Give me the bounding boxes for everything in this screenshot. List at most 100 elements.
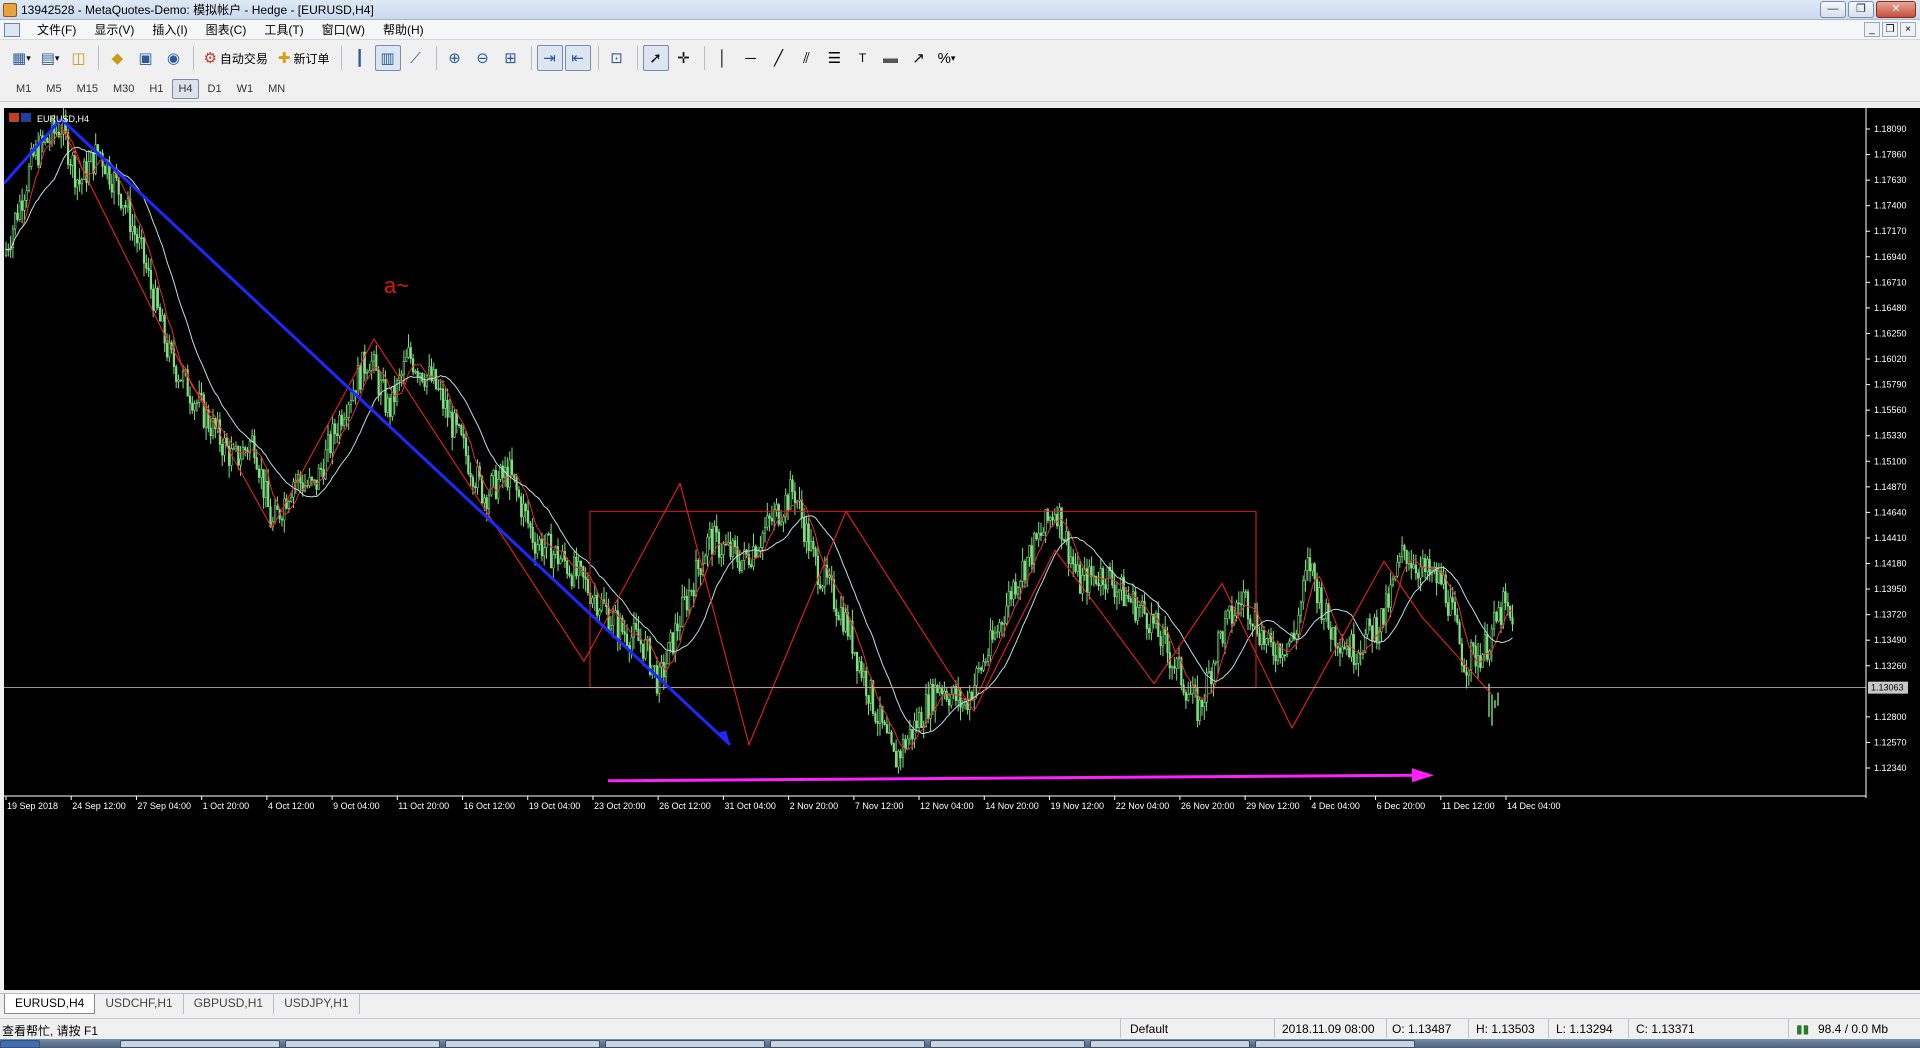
timeframe-m5[interactable]: M5 bbox=[40, 79, 67, 99]
line-chart-button[interactable]: ⟋ bbox=[403, 45, 429, 71]
candle bbox=[361, 351, 364, 390]
timeframe-m30[interactable]: M30 bbox=[107, 79, 140, 99]
signals-icon: ◉ bbox=[166, 49, 180, 67]
autotrade-button[interactable]: ⚙ 自动交易 bbox=[199, 45, 271, 71]
profiles-icon: ▤ bbox=[40, 49, 55, 67]
price-tick-label: 1.12340 bbox=[1874, 763, 1907, 773]
bar-chart-button[interactable]: ┃ bbox=[347, 45, 373, 71]
chart-window[interactable]: 1.18090 1.17860 1.17630 1.17400 1.17170 1.169… bbox=[4, 108, 1920, 990]
navigator-button[interactable]: ◆ bbox=[104, 45, 130, 71]
price-tick-label: 1.14180 bbox=[1874, 559, 1907, 569]
horizontal-line-button[interactable]: ─ bbox=[738, 45, 764, 71]
child-minimize-button[interactable]: _ bbox=[1864, 22, 1880, 37]
toolbar-separator bbox=[703, 46, 705, 70]
tab-gbpusd-h1[interactable]: GBPUSD,H1 bbox=[184, 994, 275, 1014]
status-divider bbox=[1788, 1019, 1789, 1038]
timeframe-m1[interactable]: M1 bbox=[10, 79, 37, 99]
taskbar-item[interactable] bbox=[120, 1040, 280, 1048]
arrows-button[interactable]: ↗ bbox=[906, 45, 932, 71]
signals-button[interactable]: ◉ bbox=[160, 45, 186, 71]
periods-button[interactable]: % ▾ bbox=[934, 45, 960, 71]
time-tick-label: 14 Nov 20:00 bbox=[985, 801, 1039, 811]
menu-tools[interactable]: 工具(T) bbox=[255, 20, 312, 40]
start-button[interactable] bbox=[0, 1040, 40, 1048]
taskbar-item[interactable] bbox=[605, 1040, 765, 1048]
close-button[interactable]: ✕ bbox=[1876, 1, 1916, 18]
fibonacci-button[interactable]: ☰ bbox=[822, 45, 848, 71]
tile-windows-button[interactable]: ⊞ bbox=[498, 45, 524, 71]
text-button[interactable]: T bbox=[850, 45, 876, 71]
child-restore-button[interactable]: ❐ bbox=[1882, 22, 1898, 37]
text-label-icon: ▬ bbox=[883, 49, 898, 67]
candle bbox=[46, 137, 49, 144]
chart-annotation-text[interactable]: a~ bbox=[384, 273, 409, 298]
vertical-line-button[interactable]: │ bbox=[710, 45, 736, 71]
app-icon bbox=[3, 2, 17, 17]
crosshair-icon: ✛ bbox=[677, 49, 690, 67]
fibonacci-icon: ☰ bbox=[827, 49, 842, 67]
timeframe-h4[interactable]: H4 bbox=[172, 78, 199, 99]
menu-view[interactable]: 显示(V) bbox=[85, 20, 143, 40]
timeframe-d1[interactable]: D1 bbox=[202, 79, 228, 99]
timeframe-mn[interactable]: MN bbox=[262, 79, 291, 99]
menu-file[interactable]: 文件(F) bbox=[28, 20, 85, 40]
time-tick-label: 29 Nov 12:00 bbox=[1246, 801, 1300, 811]
text-label-button[interactable]: ▬ bbox=[878, 45, 904, 71]
zoom-out-button[interactable]: ⊖ bbox=[470, 45, 496, 71]
zoom-in-button[interactable]: ⊕ bbox=[442, 45, 468, 71]
price-tick-label: 1.13720 bbox=[1874, 610, 1907, 620]
toolbar-separator bbox=[597, 46, 599, 70]
menu-window[interactable]: 窗口(W) bbox=[313, 20, 374, 40]
timeframe-h1[interactable]: H1 bbox=[143, 79, 169, 99]
tab-usdjpy-h1[interactable]: USDJPY,H1 bbox=[274, 994, 360, 1014]
menu-charts[interactable]: 图表(C) bbox=[197, 20, 256, 40]
status-close: C: 1.13371 bbox=[1636, 1022, 1695, 1036]
time-tick-label: 27 Sep 04:00 bbox=[137, 801, 191, 811]
chart-shift-button[interactable]: ⇤ bbox=[564, 45, 591, 71]
candle bbox=[892, 742, 895, 752]
time-tick-label: 14 Dec 04:00 bbox=[1507, 801, 1561, 811]
menu-insert[interactable]: 插入(I) bbox=[143, 20, 196, 40]
taskbar-item[interactable] bbox=[930, 1040, 1085, 1048]
minimize-button[interactable]: — bbox=[1820, 1, 1846, 18]
restore-button[interactable]: ❐ bbox=[1848, 1, 1874, 18]
profiles-button[interactable]: ▤ ▾ bbox=[37, 45, 64, 71]
taskbar-item[interactable] bbox=[1255, 1040, 1415, 1048]
toolbar-separator bbox=[340, 46, 342, 70]
autotrade-icon: ⚙ bbox=[203, 49, 217, 67]
new-chart-button[interactable]: ▦ ▾ bbox=[8, 45, 35, 71]
price-chart[interactable]: 1.18090 1.17860 1.17630 1.17400 1.17170 1.169… bbox=[4, 108, 1920, 990]
candle bbox=[777, 503, 780, 527]
equidistant-channel-button[interactable]: ⫽ bbox=[794, 45, 820, 71]
chart-window-icon[interactable] bbox=[4, 22, 20, 37]
timeframe-w1[interactable]: W1 bbox=[231, 79, 260, 99]
candle bbox=[359, 363, 362, 394]
taskbar-item[interactable] bbox=[1090, 1040, 1250, 1048]
indicators-button[interactable]: ⊡ bbox=[604, 45, 630, 71]
candlestick-chart-button[interactable]: ▥ bbox=[374, 45, 401, 71]
terminal-button[interactable]: ▣ bbox=[132, 45, 158, 71]
taskbar-item[interactable] bbox=[445, 1040, 600, 1048]
status-traffic: 98.4 / 0.0 Mb bbox=[1818, 1022, 1889, 1036]
crosshair-button[interactable]: ✛ bbox=[671, 45, 697, 71]
cursor-button[interactable]: ➚ bbox=[642, 45, 669, 71]
autotrade-label: 自动交易 bbox=[219, 51, 268, 66]
menu-help[interactable]: 帮助(H) bbox=[374, 20, 433, 40]
timeframe-m15[interactable]: M15 bbox=[71, 79, 104, 99]
candle bbox=[1458, 619, 1461, 645]
market-watch-button[interactable]: ◫ bbox=[65, 45, 91, 71]
time-tick-label: 9 Oct 04:00 bbox=[333, 801, 380, 811]
autoscroll-button[interactable]: ⇥ bbox=[536, 45, 563, 71]
child-close-button[interactable]: × bbox=[1900, 22, 1916, 37]
symbol-flag-icon bbox=[9, 113, 19, 122]
tab-usdchf-h1[interactable]: USDCHF,H1 bbox=[95, 994, 184, 1014]
standard-toolbar: ▦ ▾ ▤ ▾ ◫ ◆ ▣ ◉ ⚙ 自动交易 ✚ 新订单 ┃ ▥ ⟋ ⊕ ⊖ ⊞ ⇥ ⇤… bbox=[0, 42, 1920, 74]
menu-bar: 文件(F) 显示(V) 插入(I) 图表(C) 工具(T) 窗口(W) 帮助(H… bbox=[0, 20, 1920, 40]
tab-eurusd-h4[interactable]: EURUSD,H4 bbox=[4, 994, 96, 1014]
time-tick-label: 11 Oct 20:00 bbox=[398, 801, 449, 811]
taskbar-item[interactable] bbox=[770, 1040, 925, 1048]
candle bbox=[1106, 566, 1109, 594]
new-order-button[interactable]: ✚ 新订单 bbox=[274, 45, 334, 71]
trendline-button[interactable]: ╱ bbox=[766, 45, 792, 71]
taskbar-item[interactable] bbox=[285, 1040, 440, 1048]
